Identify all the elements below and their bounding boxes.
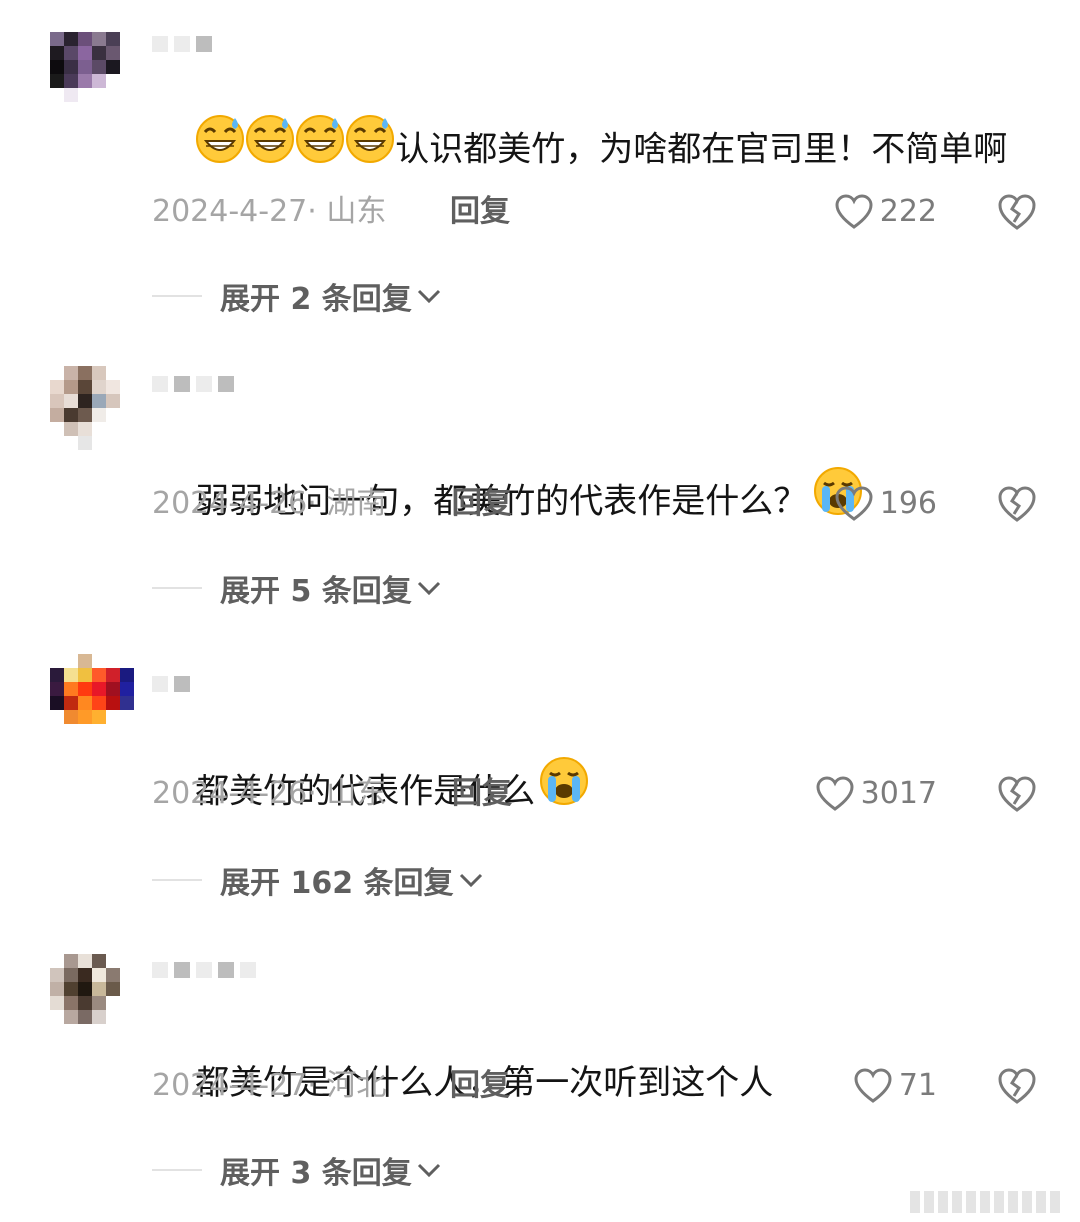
chevron-down-icon — [417, 581, 440, 596]
like-button[interactable]: 3017 — [815, 774, 937, 814]
comment-meta: 2024-4-27· 河北 回复 71 — [152, 1066, 1042, 1106]
avatar[interactable] — [50, 654, 134, 738]
broken-heart-icon[interactable] — [996, 484, 1038, 524]
like-count: 196 — [879, 486, 937, 521]
divider-line — [152, 587, 202, 589]
username-obscured[interactable] — [152, 32, 212, 56]
watermark-obscured — [910, 1190, 1070, 1214]
heart-icon — [835, 194, 873, 229]
like-count: 71 — [898, 1068, 937, 1103]
expand-replies-button[interactable]: 展开 3 条回复 — [152, 1150, 442, 1191]
expand-replies-label: 展开 2 条回复 — [220, 282, 412, 317]
username-obscured[interactable] — [152, 672, 190, 696]
like-button[interactable]: 196 — [834, 484, 937, 524]
chevron-down-icon — [417, 1163, 440, 1178]
expand-replies-label: 展开 162 条回复 — [220, 866, 454, 901]
expand-replies-button[interactable]: 展开 5 条回复 — [152, 568, 442, 609]
expand-replies-label: 展开 3 条回复 — [220, 1156, 412, 1191]
comment-date-location: 2024-4-27· 河北 — [152, 1068, 387, 1103]
comment-meta: 2024-4-26· 山东 回复 3017 — [152, 774, 1042, 814]
grinning-sweat-icon — [195, 114, 245, 182]
like-button[interactable]: 222 — [834, 192, 937, 232]
comment-date-location: 2024-4-27· 山东 — [152, 194, 387, 229]
expand-replies-button[interactable]: 展开 162 条回复 — [152, 860, 484, 901]
reply-button[interactable]: 回复 — [450, 192, 510, 232]
username-obscured[interactable] — [152, 372, 234, 396]
comment-body: 认识都美竹，为啥都在官司里！不简单啊 — [395, 129, 1008, 170]
comment-meta: 2024-4-26· 湖南 回复 196 — [152, 484, 1042, 524]
reply-button[interactable]: 回复 — [452, 484, 512, 524]
comment-date-location: 2024-4-26· 山东 — [152, 776, 387, 811]
grinning-sweat-icon — [245, 114, 295, 182]
like-count: 222 — [879, 194, 937, 229]
divider-line — [152, 1169, 202, 1171]
broken-heart-icon[interactable] — [996, 774, 1038, 814]
expand-replies-label: 展开 5 条回复 — [220, 574, 412, 609]
grinning-sweat-icon — [295, 114, 345, 182]
divider-line — [152, 295, 202, 297]
avatar[interactable] — [50, 954, 134, 1038]
heart-icon — [835, 486, 873, 521]
avatar[interactable] — [50, 366, 134, 450]
reply-button[interactable]: 回复 — [450, 1066, 510, 1106]
heart-icon — [816, 776, 854, 811]
chevron-down-icon — [417, 289, 440, 304]
reply-button[interactable]: 回复 — [452, 774, 512, 814]
comment-date-location: 2024-4-26· 湖南 — [152, 486, 387, 521]
like-button[interactable]: 71 — [853, 1066, 937, 1106]
username-obscured[interactable] — [152, 958, 256, 982]
like-count: 3017 — [860, 776, 937, 811]
expand-replies-button[interactable]: 展开 2 条回复 — [152, 276, 442, 317]
heart-icon — [854, 1068, 892, 1103]
broken-heart-icon[interactable] — [996, 192, 1038, 232]
grinning-sweat-icon — [345, 114, 395, 182]
avatar[interactable] — [50, 32, 134, 116]
chevron-down-icon — [459, 873, 482, 888]
broken-heart-icon[interactable] — [996, 1066, 1038, 1106]
comment-meta: 2024-4-27· 山东 回复 222 — [152, 192, 1042, 232]
divider-line — [152, 879, 202, 881]
